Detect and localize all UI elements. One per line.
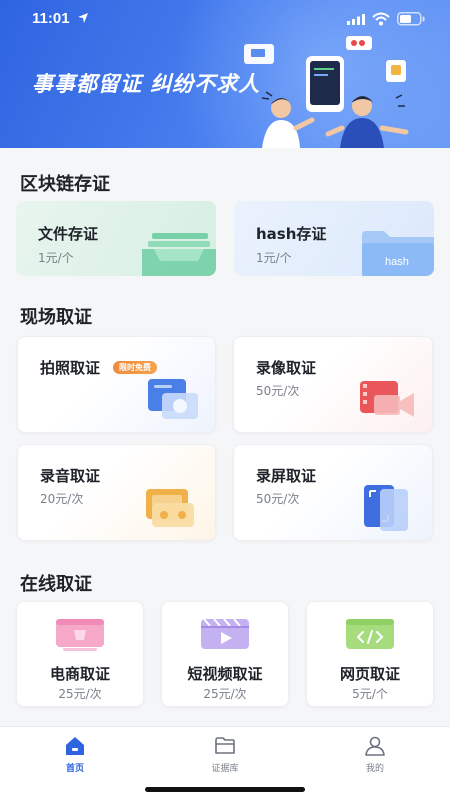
short-video-evidence-price: 25元/次 <box>203 687 247 701</box>
photo-evidence-card[interactable]: 拍照取证 限时免费 <box>17 336 216 433</box>
hash-deposit-price: 1元/个 <box>256 251 292 265</box>
section-title-onsite: 现场取证 <box>20 307 92 328</box>
file-deposit-card[interactable]: 文件存证 1元/个 <box>16 201 216 276</box>
file-deposit-price: 1元/个 <box>38 251 74 265</box>
tab-home[interactable]: 首页 <box>35 735 115 779</box>
status-time: 11:01 <box>32 10 70 27</box>
ecommerce-evidence-price: 25元/次 <box>58 687 102 701</box>
audio-evidence-price: 20元/次 <box>40 492 84 506</box>
video-evidence-price: 50元/次 <box>256 384 300 398</box>
photo-evidence-label: 拍照取证 <box>40 359 101 377</box>
audio-evidence-card[interactable]: 录音取证 20元/次 <box>17 444 216 541</box>
video-evidence-card[interactable]: 录像取证 50元/次 <box>233 336 433 433</box>
status-bar: 11:01 <box>0 0 450 40</box>
dispute-illustration <box>244 36 409 148</box>
section-title-online: 在线取证 <box>20 574 92 595</box>
section-title-blockchain: 区块链存证 <box>20 174 110 195</box>
hero-banner[interactable]: 11:01 事事都留证 纠纷不求人 <box>0 0 450 148</box>
home-icon <box>66 737 84 755</box>
user-icon <box>365 736 385 756</box>
home-indicator <box>145 787 305 792</box>
short-video-evidence-label: 短视频取证 <box>187 665 263 683</box>
screen-record-evidence-label: 录屏取证 <box>256 467 317 485</box>
file-tray-icon <box>142 233 216 276</box>
cellular-signal-icon <box>347 14 365 25</box>
webpage-evidence-price: 5元/个 <box>352 687 388 701</box>
folder-icon <box>215 737 235 754</box>
screen-record-evidence-price: 50元/次 <box>256 492 300 506</box>
battery-icon <box>397 12 425 26</box>
file-deposit-label: 文件存证 <box>38 225 99 243</box>
tab-home-label: 首页 <box>65 764 84 774</box>
hash-deposit-label: hash存证 <box>256 225 327 243</box>
webpage-evidence-label: 网页取证 <box>339 665 400 683</box>
webpage-evidence-card[interactable]: 网页取证 5元/个 <box>306 601 434 707</box>
banner-slogan: 事事都留证 纠纷不求人 <box>32 72 261 96</box>
tab-mine-label: 我的 <box>365 764 384 774</box>
shop-screen-icon <box>56 619 104 651</box>
ecommerce-evidence-label: 电商取证 <box>49 665 110 683</box>
location-arrow-icon <box>78 13 88 23</box>
hash-folder-text: hash <box>385 256 409 268</box>
tab-mine[interactable]: 我的 <box>335 735 415 779</box>
short-video-icon <box>201 618 249 649</box>
tab-evidence-library[interactable]: 证据库 <box>185 735 265 779</box>
cassette-tape-icon <box>146 489 194 527</box>
webpage-code-icon <box>346 619 394 649</box>
hash-folder-icon <box>362 231 434 276</box>
tab-evidence-library-label: 证据库 <box>211 764 239 774</box>
video-evidence-label: 录像取证 <box>256 359 317 377</box>
hash-deposit-card[interactable]: hash存证 1元/个 hash <box>234 201 434 276</box>
camera-photo-icon <box>148 379 198 419</box>
ecommerce-evidence-card[interactable]: 电商取证 25元/次 <box>16 601 144 707</box>
screen-record-phone-icon <box>364 485 408 531</box>
wifi-icon <box>372 12 390 26</box>
screen-record-evidence-card[interactable]: 录屏取证 50元/次 <box>233 444 433 541</box>
free-badge: 限时免费 <box>113 361 157 374</box>
video-camera-icon <box>360 381 414 417</box>
short-video-evidence-card[interactable]: 短视频取证 25元/次 <box>161 601 289 707</box>
audio-evidence-label: 录音取证 <box>40 467 101 485</box>
